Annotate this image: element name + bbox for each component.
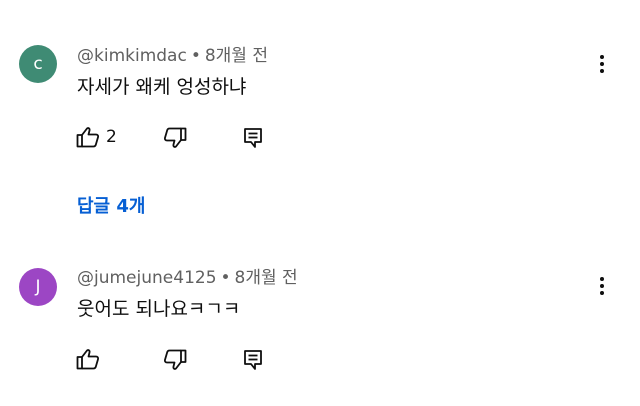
comment-meta: @kimkimdac • 8개월 전 [77, 45, 268, 67]
comment-text: 웃어도 되나요ㅋㄱㅋ [77, 298, 241, 320]
comment-time[interactable]: 8개월 전 [205, 46, 268, 66]
thumb-up-icon [76, 349, 100, 370]
reply-icon [244, 350, 262, 370]
thumb-up-icon [76, 127, 100, 148]
comment-item: c @kimkimdac • 8개월 전 자세가 왜케 엉성하냐 2 답글 4개 [0, 0, 640, 240]
thumb-down-icon [163, 349, 187, 370]
comment-text: 자세가 왜케 엉성하냐 [77, 76, 247, 98]
more-options-button[interactable] [592, 51, 612, 77]
comment-item: J @jumejune4125 • 8개월 전 웃어도 되나요ㅋㄱㅋ [0, 240, 640, 406]
avatar[interactable]: c [19, 45, 57, 83]
more-options-button[interactable] [592, 273, 612, 299]
like-button[interactable] [76, 348, 100, 370]
more-vertical-icon-dot [600, 69, 604, 73]
author-name[interactable]: @kimkimdac [77, 46, 187, 66]
meta-separator: • [190, 46, 201, 66]
more-vertical-icon [600, 277, 604, 281]
like-button[interactable]: 2 [76, 126, 117, 148]
avatar[interactable]: J [19, 268, 57, 306]
dislike-button[interactable] [163, 349, 187, 371]
reply-button[interactable] [243, 127, 263, 149]
more-vertical-icon-dot [600, 291, 604, 295]
like-count: 2 [106, 127, 117, 147]
comment-time[interactable]: 8개월 전 [235, 268, 298, 288]
more-vertical-icon [600, 55, 604, 59]
meta-separator: • [220, 268, 231, 288]
reply-button[interactable] [243, 349, 263, 371]
author-name[interactable]: @jumejune4125 [77, 268, 217, 288]
thumb-down-icon [163, 127, 187, 148]
dislike-button[interactable] [163, 127, 187, 149]
more-vertical-icon-dot [600, 284, 604, 288]
reply-icon [244, 128, 262, 148]
comment-meta: @jumejune4125 • 8개월 전 [77, 267, 298, 289]
view-replies-button[interactable]: 답글 4개 [77, 195, 145, 219]
more-vertical-icon-dot [600, 62, 604, 66]
